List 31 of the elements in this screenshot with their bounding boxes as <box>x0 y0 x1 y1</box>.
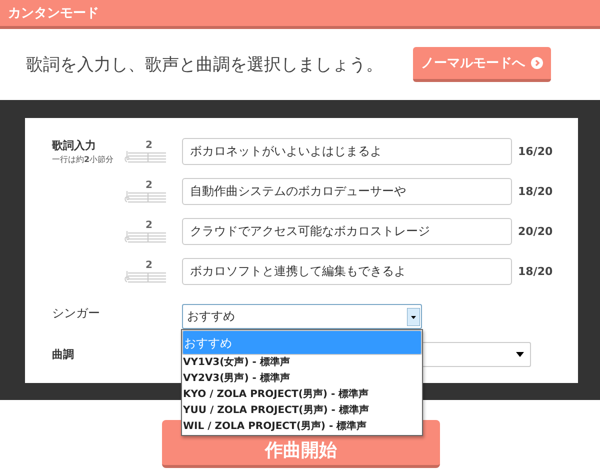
chevron-icon <box>531 57 543 69</box>
time-signature: 2 <box>146 220 152 230</box>
lyrics-label: 歌詞入力 <box>52 138 97 153</box>
singer-option[interactable]: YUU / ZOLA PROJECT(男声) - 標準声 <box>182 403 422 419</box>
staff-icon <box>124 150 166 162</box>
instruction-text: 歌詞を入力し、歌声と曲調を選択しましょう。 <box>26 54 383 76</box>
character-count: 18/20 <box>517 265 554 278</box>
singer-option[interactable]: VY1V3(女声) - 標準声 <box>182 355 422 371</box>
lyric-input-field[interactable]: 自動作曲システムのボカロデューサーや <box>182 178 512 205</box>
lyric-input-field[interactable]: ボカロソフトと連携して編集もできるよ <box>182 258 512 285</box>
time-signature: 2 <box>146 260 152 270</box>
singer-option[interactable]: WIL / ZOLA PROJECT(男声) - 標準声 <box>182 419 422 435</box>
lyric-input-field[interactable]: ボカロネットがいよいよはじまるよ <box>182 138 512 165</box>
mood-label: 曲調 <box>52 347 75 362</box>
time-signature: 2 <box>146 180 152 190</box>
singer-select[interactable]: おすすめ <box>182 304 422 329</box>
singer-label: シンガー <box>52 305 101 322</box>
staff-icon <box>124 230 166 242</box>
hint-text: 一行は約2小節分 <box>52 154 115 165</box>
character-count: 20/20 <box>517 225 554 238</box>
staff-icon <box>124 270 166 282</box>
lyric-input-field[interactable]: クラウドでアクセス可能なボカロストレージ <box>182 218 512 245</box>
time-signature: 2 <box>146 140 152 150</box>
character-count: 18/20 <box>517 185 554 198</box>
singer-option[interactable]: KYO / ZOLA PROJECT(男声) - 標準声 <box>182 387 422 403</box>
character-count: 16/20 <box>517 145 554 158</box>
dropdown-arrow-icon <box>407 308 420 326</box>
mode-title: カンタンモード <box>8 5 99 22</box>
singer-option[interactable]: VY2V3(男声) - 標準声 <box>182 371 422 387</box>
caret-icon <box>516 352 524 357</box>
staff-icon <box>124 190 166 202</box>
